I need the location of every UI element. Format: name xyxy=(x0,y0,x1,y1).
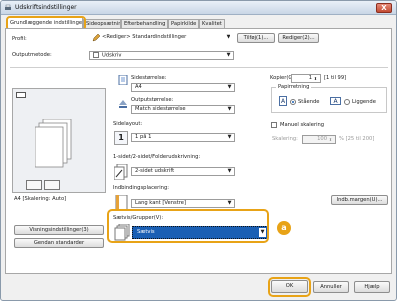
chevron-down-icon: ▼ xyxy=(227,200,232,206)
output-method-value: Udskriv xyxy=(102,52,122,59)
landscape-icon: A xyxy=(330,97,341,105)
chevron-down-icon: ▼ xyxy=(259,228,266,237)
binding-margin-button[interactable]: Indb.margen(U)... xyxy=(331,195,388,205)
page-layout-value: 1 på 1 xyxy=(135,134,152,140)
profile-value: <Rediger> Standardindstillinger xyxy=(102,34,187,40)
profile-select[interactable]: <Rediger> Standardindstillinger ▼ xyxy=(90,34,230,43)
spinner-icon[interactable]: ⬍ xyxy=(327,136,334,143)
profile-label: Profil: xyxy=(12,36,27,42)
duplex-view-icon[interactable] xyxy=(44,180,60,190)
duplex-value: 2-sidet udskrift xyxy=(135,168,175,174)
manual-scaling-checkbox[interactable] xyxy=(271,122,277,128)
collate-icon xyxy=(114,224,130,241)
portrait-radio[interactable] xyxy=(290,99,296,105)
document-icon xyxy=(93,52,99,58)
scaling-input[interactable]: 100 ⬍ xyxy=(302,135,336,144)
chevron-down-icon: ▼ xyxy=(227,84,232,90)
tab-basic-settings[interactable]: Grundlæggende indstillinger xyxy=(7,17,83,28)
preview-status: A4 [Skalering: Auto] xyxy=(14,196,67,202)
output-size-label: Outputstørrelse: xyxy=(131,97,174,103)
orientation-group: Papirretning A Stående A Liggende xyxy=(271,84,387,113)
output-size-value: Match sidestørrelse xyxy=(135,106,186,112)
page-size-value: A4 xyxy=(135,84,142,90)
chevron-down-icon: ▼ xyxy=(227,134,232,140)
scaling-value: 100 xyxy=(317,136,327,142)
manual-scaling-label: Manuel skalering xyxy=(280,122,325,128)
copies-range: [1 til 99] xyxy=(324,75,347,81)
output-method-label: Outputmetode: xyxy=(12,52,52,58)
close-button[interactable]: X xyxy=(376,3,392,13)
chevron-down-icon: ▼ xyxy=(226,52,231,58)
print-settings-window: Udskriftsindstillinger X Grundlæggende i… xyxy=(0,0,397,301)
scaling-range: % [25 til 200] xyxy=(339,136,375,142)
help-button[interactable]: Hjælp xyxy=(354,281,390,293)
landscape-radio[interactable] xyxy=(344,99,350,105)
page-size-label: Sidestørrelse: xyxy=(131,75,167,81)
portrait-icon: A xyxy=(279,96,287,106)
tab-page-setup[interactable]: Sideopsætning xyxy=(83,19,121,28)
tab-paper-source[interactable]: Papirkilde xyxy=(168,19,199,28)
add-profile-button[interactable]: Tilføj(1)... xyxy=(237,33,275,43)
tab-finishing[interactable]: Efterbehandling xyxy=(121,19,168,28)
output-method-select[interactable]: Udskriv ▼ xyxy=(89,51,234,60)
title-bar: Udskriftsindstillinger X xyxy=(1,1,396,15)
binding-value: Lang kant [Venstre] xyxy=(135,200,186,206)
layout-view-icon[interactable] xyxy=(26,180,42,190)
scaling-label: Skalering: xyxy=(272,136,298,142)
window-title: Udskriftsindstillinger xyxy=(15,4,77,11)
callout-badge: a xyxy=(277,221,291,235)
pencil-icon xyxy=(92,34,100,42)
preview-toggle-icon[interactable] xyxy=(16,92,26,98)
binding-icon xyxy=(115,195,128,211)
binding-label: Indbindingsplacering: xyxy=(113,185,170,191)
page-layout-icon: 1 xyxy=(114,131,128,145)
duplex-icon xyxy=(114,164,128,180)
collate-select[interactable]: Sætvis ▼ xyxy=(132,226,268,239)
restore-defaults-button[interactable]: Gendan standarder xyxy=(14,238,104,248)
spinner-icon[interactable]: ⬍ xyxy=(312,75,319,82)
landscape-label: Liggende xyxy=(352,99,376,105)
orientation-group-label: Papirretning xyxy=(276,84,312,90)
portrait-label: Stående xyxy=(298,99,320,105)
output-size-select[interactable]: Match sidestørrelse ▼ xyxy=(131,105,235,114)
collate-label: Sætvis/Grupper(V): xyxy=(113,215,164,221)
page-layout-label: Sidelayout: xyxy=(113,121,143,127)
page-layout-select[interactable]: 1 på 1 ▼ xyxy=(131,133,235,142)
page-stack-icon xyxy=(35,119,72,168)
output-size-icon xyxy=(119,100,127,108)
cancel-button[interactable]: Annuller xyxy=(313,281,349,293)
page-size-icon xyxy=(118,75,128,85)
duplex-label: 1-sidet/2-sidet/Folderudskrivning: xyxy=(113,154,201,160)
separator xyxy=(10,67,388,68)
duplex-select[interactable]: 2-sidet udskrift ▼ xyxy=(131,167,235,176)
view-settings-button[interactable]: Visningsindstillinger(3) xyxy=(14,225,104,235)
settings-panel: Profil: <Rediger> Standardindstillinger … xyxy=(5,28,392,274)
binding-select[interactable]: Lang kant [Venstre] ▼ xyxy=(131,199,235,208)
chevron-down-icon: ▼ xyxy=(225,34,230,41)
chevron-down-icon: ▼ xyxy=(227,168,232,174)
copies-input[interactable]: 1 ⬍ xyxy=(291,74,321,83)
preview-area xyxy=(12,88,106,193)
tab-quality[interactable]: Kvalitet xyxy=(199,19,225,28)
page-size-select[interactable]: A4 ▼ xyxy=(131,83,235,92)
ok-button[interactable]: OK xyxy=(271,280,308,293)
tab-strip: Grundlæggende indstillinger Sideopsætnin… xyxy=(1,15,396,28)
collate-value: Sætvis xyxy=(137,229,155,235)
printer-icon xyxy=(5,4,11,10)
edit-profile-button[interactable]: Rediger(2)... xyxy=(278,33,319,43)
chevron-down-icon: ▼ xyxy=(227,106,232,112)
